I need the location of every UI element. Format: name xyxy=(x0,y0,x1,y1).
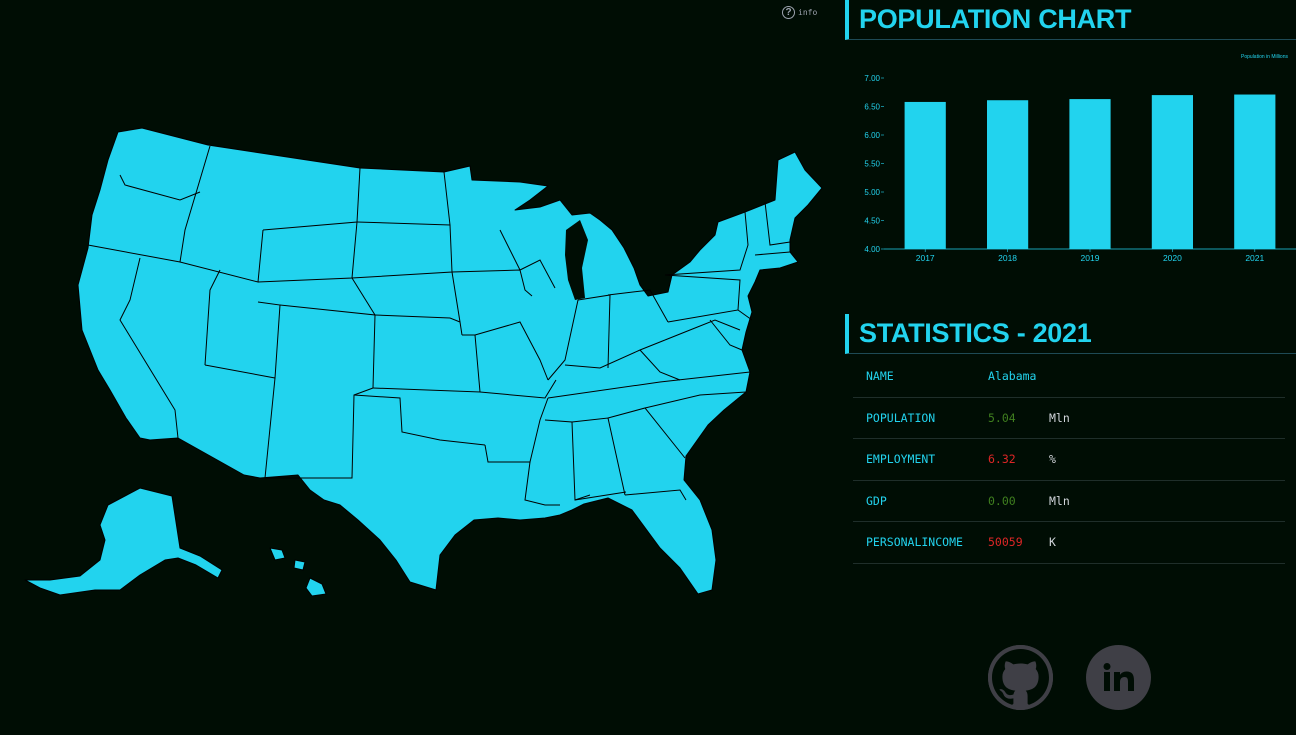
x-tick-label: 2017 xyxy=(916,253,935,263)
y-tick-label: 4.00 xyxy=(864,245,880,254)
x-tick-label: 2021 xyxy=(1245,253,1264,263)
info-label: info xyxy=(798,8,818,17)
y-tick-label: 6.00 xyxy=(864,131,880,140)
github-icon xyxy=(988,645,1053,710)
stat-key: NAME xyxy=(866,369,894,384)
stat-key: PERSONALINCOME xyxy=(866,535,963,550)
y-tick-label: 6.50 xyxy=(864,103,880,112)
stat-value: 50059 xyxy=(988,535,1023,550)
linkedin-link[interactable] xyxy=(1086,645,1151,710)
y-tick-label: 7.00 xyxy=(864,74,880,83)
linkedin-icon xyxy=(1103,662,1134,691)
stat-unit: Mln xyxy=(1049,493,1070,508)
bar-2017[interactable] xyxy=(904,101,946,249)
x-tick-label: 2020 xyxy=(1163,253,1182,263)
stat-unit: % xyxy=(1049,452,1056,467)
chart-legend: Population in Millions xyxy=(1241,54,1288,60)
x-tick-label: 2019 xyxy=(1081,253,1100,263)
statistics-title: STATISTICS - 2021 xyxy=(845,314,1296,354)
y-tick-label: 5.00 xyxy=(864,188,880,197)
y-tick-label: 4.50 xyxy=(864,217,880,226)
map-hawaii xyxy=(269,547,286,561)
us-map[interactable] xyxy=(0,0,840,730)
stat-row-gdp: GDP 0.00 Mln xyxy=(853,481,1285,522)
map-contiguous-us xyxy=(77,127,823,595)
stat-row-employment: EMPLOYMENT 6.32 % xyxy=(853,439,1285,481)
stat-key: EMPLOYMENT xyxy=(866,452,936,467)
stat-key: POPULATION xyxy=(866,410,936,425)
population-bar-chart: Population in Millions 4.00 4.50 5.00 5.50 6… xyxy=(864,54,1296,263)
us-map-svg[interactable] xyxy=(0,0,840,730)
github-link[interactable] xyxy=(988,645,1053,710)
info-button[interactable]: ? info xyxy=(782,6,817,19)
bar-2021[interactable] xyxy=(1234,94,1276,249)
stat-value: 5.04 xyxy=(988,410,1016,425)
stat-row-personal-income: PERSONALINCOME 50059 K xyxy=(853,522,1285,564)
x-tick-label: 2018 xyxy=(998,253,1017,263)
stat-key: GDP xyxy=(866,493,887,508)
stat-unit: Mln xyxy=(1049,410,1070,425)
stat-unit: K xyxy=(1049,535,1056,550)
bar-2020[interactable] xyxy=(1151,95,1193,249)
bar-2018[interactable] xyxy=(987,100,1029,249)
stat-value: 0.00 xyxy=(988,493,1016,508)
help-icon[interactable]: ? xyxy=(782,6,795,19)
stat-value: 6.32 xyxy=(988,452,1016,467)
stat-row-population: POPULATION 5.04 Mln xyxy=(853,398,1285,439)
stat-row-name: NAME Alabama xyxy=(853,356,1285,398)
population-chart-title: POPULATION CHART xyxy=(845,0,1296,40)
y-tick-label: 5.50 xyxy=(864,160,880,169)
map-alaska xyxy=(24,487,223,596)
bar-2019[interactable] xyxy=(1069,99,1111,249)
stat-value: Alabama xyxy=(988,369,1037,384)
statistics-table: NAME Alabama POPULATION 5.04 Mln EMPLOYM… xyxy=(853,356,1285,564)
